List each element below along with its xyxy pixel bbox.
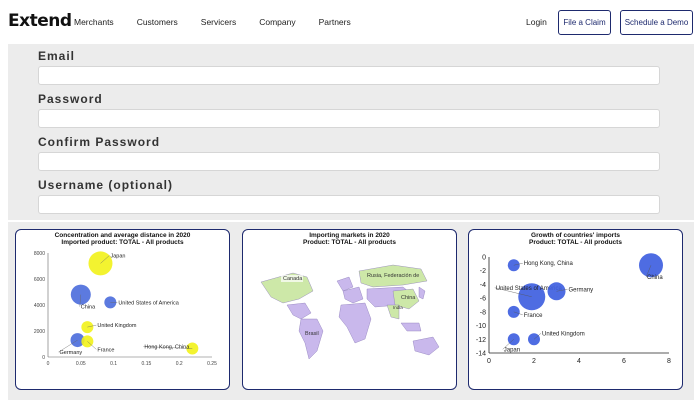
map-label-brasil: Brasil bbox=[305, 331, 319, 337]
chart-subtitle: Imported product: TOTAL - All products bbox=[61, 239, 184, 246]
y-tick-label: 4000 bbox=[34, 303, 45, 309]
y-tick-label: 6000 bbox=[34, 277, 45, 283]
data-point bbox=[507, 259, 520, 272]
data-point bbox=[507, 333, 520, 346]
chart-title: Concentration and average distance in 20… bbox=[54, 232, 191, 239]
x-tick-label: 0 bbox=[487, 358, 491, 365]
chart-panel-map[interactable]: Importing markets in 2020 Product: TOTAL… bbox=[242, 229, 457, 390]
data-label: United Kingdom bbox=[542, 331, 585, 337]
y-tick-label: -12 bbox=[476, 337, 486, 344]
data-label: Hong Kong, China bbox=[144, 345, 190, 351]
data-point bbox=[81, 335, 94, 348]
chart-panel-concentration[interactable]: Concentration and average distance in 20… bbox=[15, 229, 230, 390]
y-tick-label: 8000 bbox=[34, 251, 45, 257]
y-tick-label: -14 bbox=[476, 351, 486, 358]
x-tick-label: 0.1 bbox=[110, 361, 117, 367]
data-label: United Kingdom bbox=[97, 323, 137, 329]
y-tick-label: 2000 bbox=[34, 329, 45, 335]
x-tick-label: 8 bbox=[667, 358, 671, 365]
chart-title: Growth of countries' imports bbox=[531, 232, 620, 239]
nav-links: Merchants Customers Servicers Company Pa… bbox=[74, 17, 374, 27]
data-label: Japan bbox=[504, 347, 520, 353]
nav-link-customers[interactable]: Customers bbox=[137, 17, 178, 27]
x-tick-label: 0 bbox=[47, 361, 50, 367]
nav-link-merchants[interactable]: Merchants bbox=[74, 17, 114, 27]
data-label: China bbox=[647, 275, 663, 281]
chart-panel-growth[interactable]: Growth of countries' imports Product: TO… bbox=[468, 229, 683, 390]
confirm-password-label: Confirm Password bbox=[38, 135, 161, 149]
nav-link-company[interactable]: Company bbox=[259, 17, 295, 27]
schedule-demo-button[interactable]: Schedule a Demo bbox=[620, 10, 693, 35]
x-tick-label: 0.2 bbox=[176, 361, 183, 367]
data-label: United States of America bbox=[118, 300, 179, 306]
x-tick-label: 0.15 bbox=[142, 361, 152, 367]
data-label: Germany bbox=[60, 350, 83, 356]
concentration-scatter-chart: 0 0.05 0.1 0.15 0.2 0.25 0 2000 4000 6000 8000 Japa… bbox=[34, 251, 217, 367]
email-field[interactable] bbox=[38, 66, 660, 85]
data-label: China bbox=[81, 305, 96, 311]
data-label: Germany bbox=[569, 287, 594, 293]
y-tick-label: 0 bbox=[482, 255, 486, 262]
x-tick-label: 4 bbox=[577, 358, 581, 365]
confirm-password-field[interactable] bbox=[38, 152, 660, 171]
x-tick-label: 0.25 bbox=[207, 361, 217, 367]
growth-scatter-chart: 0 2 4 6 8 0 -2 -4 -6 -8 -10 -12 -14 Hong Kong, China C… bbox=[476, 253, 671, 365]
password-label: Password bbox=[38, 92, 103, 106]
y-tick-label: -6 bbox=[480, 296, 486, 303]
login-link[interactable]: Login bbox=[526, 17, 547, 27]
map-label-india: India bbox=[393, 305, 403, 310]
y-tick-label: -4 bbox=[480, 282, 486, 289]
map-label-russia: Rusia, Federación de bbox=[367, 273, 419, 279]
map-label-china: China bbox=[401, 295, 416, 301]
username-label: Username (optional) bbox=[38, 178, 174, 192]
y-tick-label: 0 bbox=[42, 355, 45, 361]
importing-markets-map: Canada Rusia, Federación de China India … bbox=[260, 264, 440, 360]
password-field[interactable] bbox=[38, 109, 660, 128]
file-claim-button[interactable]: File a Claim bbox=[558, 10, 611, 35]
y-tick-label: -2 bbox=[480, 268, 486, 275]
map-label-canada: Canada bbox=[283, 276, 303, 282]
chart-subtitle: Product: TOTAL - All products bbox=[303, 239, 396, 246]
y-tick-label: -8 bbox=[480, 309, 486, 316]
data-point bbox=[81, 321, 94, 334]
data-label: Japan bbox=[110, 253, 125, 259]
data-label: France bbox=[97, 347, 114, 353]
logo[interactable]: Extend bbox=[8, 11, 72, 31]
email-label: Email bbox=[38, 49, 76, 63]
y-tick-label: -10 bbox=[476, 323, 486, 330]
nav-link-servicers[interactable]: Servicers bbox=[201, 17, 236, 27]
x-tick-label: 2 bbox=[532, 358, 536, 365]
data-label: France bbox=[524, 313, 543, 319]
data-label: Hong Kong, China bbox=[524, 261, 574, 267]
username-field[interactable] bbox=[38, 195, 660, 214]
top-navbar: Extend Merchants Customers Servicers Com… bbox=[0, 0, 700, 44]
x-tick-label: 6 bbox=[622, 358, 626, 365]
chart-title: Importing markets in 2020 bbox=[309, 232, 390, 239]
nav-link-partners[interactable]: Partners bbox=[319, 17, 351, 27]
chart-subtitle: Product: TOTAL - All products bbox=[529, 239, 622, 246]
x-tick-label: 0.05 bbox=[76, 361, 86, 367]
